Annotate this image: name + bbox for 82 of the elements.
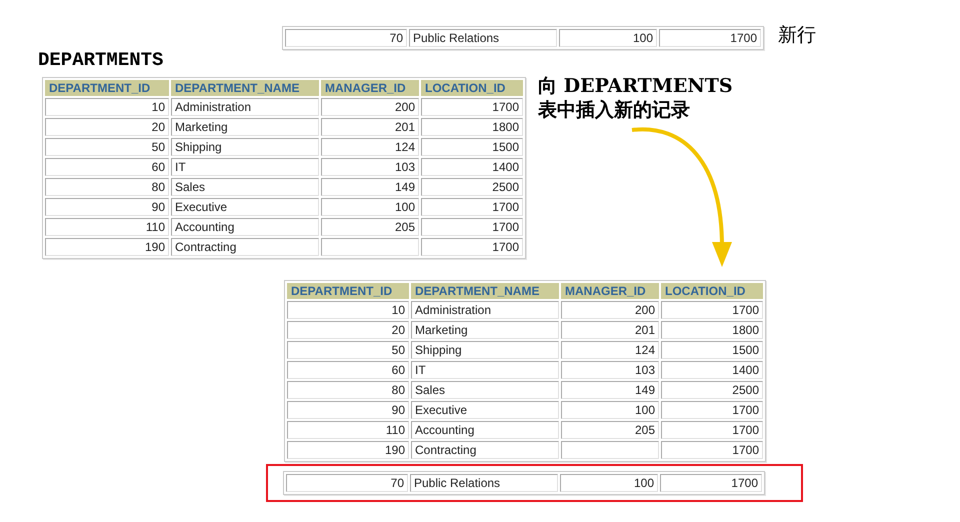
table-cell: 1800 — [421, 118, 523, 136]
table-cell: 100 — [561, 401, 659, 419]
table-title: DEPARTMENTS — [38, 49, 164, 71]
table-cell: Administration — [171, 98, 319, 116]
table-cell: 100 — [560, 474, 658, 492]
table-cell: 1800 — [661, 321, 763, 339]
table-cell: Public Relations — [409, 29, 557, 47]
new-row-label: 新行 — [778, 23, 816, 48]
table-cell: Administration — [411, 301, 559, 319]
table-cell: 90 — [45, 198, 169, 216]
table-cell: 200 — [321, 98, 419, 116]
table-cell: 70 — [286, 474, 408, 492]
table-cell: 1500 — [421, 138, 523, 156]
table-cell: 205 — [561, 421, 659, 439]
table-cell: 1700 — [661, 421, 763, 439]
table-cell: 190 — [45, 238, 169, 256]
column-header: DEPARTMENT_ID — [45, 80, 169, 96]
table-cell: IT — [171, 158, 319, 176]
table-cell: Contracting — [411, 441, 559, 459]
table-cell: Public Relations — [410, 474, 558, 492]
table-cell: 80 — [45, 178, 169, 196]
table-cell: 50 — [287, 341, 409, 359]
table-cell: 60 — [45, 158, 169, 176]
table-cell: Marketing — [411, 321, 559, 339]
table-cell: 2500 — [421, 178, 523, 196]
table-cell: 149 — [321, 178, 419, 196]
table-cell: 70 — [285, 29, 407, 47]
table-cell: 103 — [561, 361, 659, 379]
table-cell: 1400 — [421, 158, 523, 176]
table-cell: 60 — [287, 361, 409, 379]
table-cell: 50 — [45, 138, 169, 156]
table-cell: 1700 — [421, 98, 523, 116]
column-header: MANAGER_ID — [321, 80, 419, 96]
callout-text: 向 DEPARTMENTS — [538, 74, 733, 98]
table-cell: Shipping — [171, 138, 319, 156]
table-cell: 149 — [561, 381, 659, 399]
table-cell: 1500 — [661, 341, 763, 359]
table-cell: 2500 — [661, 381, 763, 399]
table-cell: 103 — [321, 158, 419, 176]
table-cell: 90 — [287, 401, 409, 419]
column-header: DEPARTMENT_ID — [287, 283, 409, 299]
table-cell: 1700 — [421, 198, 523, 216]
table-cell: 10 — [287, 301, 409, 319]
table-cell: Contracting — [171, 238, 319, 256]
table-cell: 10 — [45, 98, 169, 116]
table-cell: 1700 — [660, 474, 762, 492]
table-cell: 100 — [559, 29, 657, 47]
table-cell: 20 — [287, 321, 409, 339]
table-cell: 201 — [561, 321, 659, 339]
table-cell: Marketing — [171, 118, 319, 136]
table-cell: Executive — [411, 401, 559, 419]
table-cell: 110 — [287, 421, 409, 439]
table-cell: 1700 — [661, 441, 763, 459]
table-cell: 1700 — [421, 238, 523, 256]
table-cell: Accounting — [171, 218, 319, 236]
table-cell: 190 — [287, 441, 409, 459]
table-cell: 124 — [321, 138, 419, 156]
column-header: DEPARTMENT_NAME — [411, 283, 559, 299]
table-cell: 205 — [321, 218, 419, 236]
table-cell: 20 — [45, 118, 169, 136]
table-cell: Shipping — [411, 341, 559, 359]
table-cell: IT — [411, 361, 559, 379]
callout-text: 表中插入新的记录 — [538, 98, 691, 122]
table-cell: 1700 — [421, 218, 523, 236]
column-header: MANAGER_ID — [561, 283, 659, 299]
table-cell: 1400 — [661, 361, 763, 379]
table-cell: 1700 — [661, 401, 763, 419]
table-cell: Sales — [171, 178, 319, 196]
column-header: DEPARTMENT_NAME — [171, 80, 319, 96]
table-cell: 124 — [561, 341, 659, 359]
table-cell: Sales — [411, 381, 559, 399]
table-cell: 200 — [561, 301, 659, 319]
table-cell: Accounting — [411, 421, 559, 439]
table-cell: 80 — [287, 381, 409, 399]
column-header: LOCATION_ID — [421, 80, 523, 96]
table-cell: 1700 — [659, 29, 761, 47]
table-cell: 1700 — [661, 301, 763, 319]
table-cell: Executive — [171, 198, 319, 216]
table-cell: 100 — [321, 198, 419, 216]
table-cell: 110 — [45, 218, 169, 236]
column-header: LOCATION_ID — [661, 283, 763, 299]
table-cell: 201 — [321, 118, 419, 136]
